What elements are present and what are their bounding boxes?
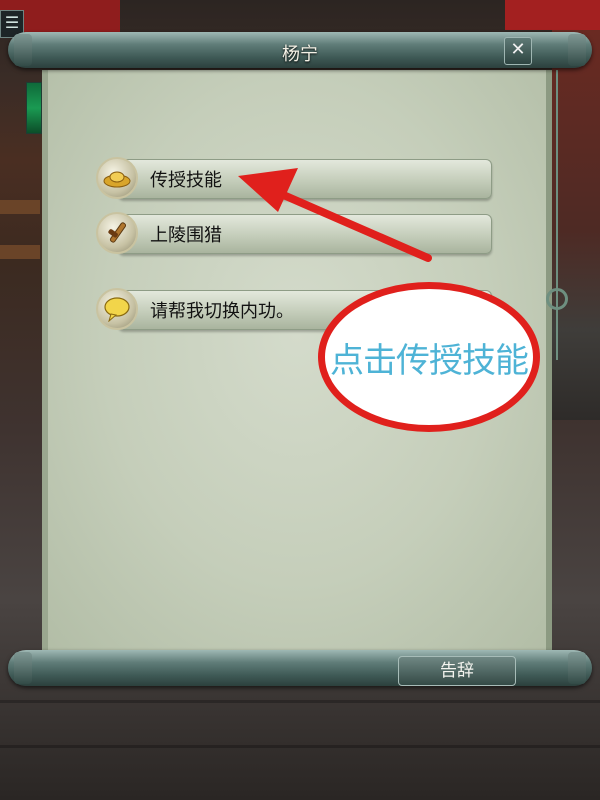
rod-cap xyxy=(568,652,586,684)
farewell-button[interactable]: 告辞 xyxy=(398,656,516,686)
hint-text: 点击传授技能 xyxy=(330,341,529,381)
speech-bubble-icon xyxy=(96,288,138,330)
scroll-brush-icon xyxy=(96,212,138,254)
floor-seam xyxy=(0,745,600,748)
floor-seam xyxy=(0,700,600,703)
option-label: 请帮我切换内功。 xyxy=(150,301,294,322)
gold-ingot-icon xyxy=(96,157,138,199)
option-label: 传授技能 xyxy=(150,170,222,191)
tassel-decoration xyxy=(556,70,570,360)
close-button[interactable]: ✕ xyxy=(504,37,532,65)
option-label: 上陵围猎 xyxy=(150,225,222,246)
wood-beam xyxy=(0,245,40,259)
option-hunt[interactable]: 上陵围猎 xyxy=(96,212,492,254)
tassel-knot-icon xyxy=(546,288,568,310)
option-teach-skills[interactable]: 传授技能 xyxy=(96,157,492,199)
wood-beam xyxy=(0,200,40,214)
roof-decoration-right xyxy=(505,0,600,30)
rod-cap xyxy=(14,652,32,684)
jade-gem-icon[interactable] xyxy=(26,82,42,134)
